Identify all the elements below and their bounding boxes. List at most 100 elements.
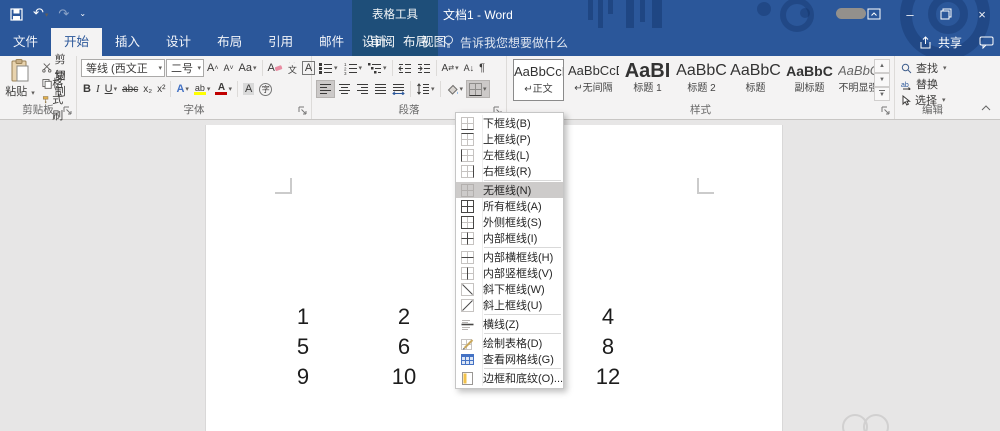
- table-cell[interactable]: 4: [586, 304, 630, 330]
- shading-button[interactable]: ▾: [444, 80, 466, 98]
- font-name-combo[interactable]: 等线 (西文正 ▾: [81, 59, 165, 77]
- table-cell[interactable]: 6: [382, 334, 426, 360]
- close-button[interactable]: ×: [964, 0, 1000, 28]
- tell-me-box[interactable]: 告诉我您想要做什么: [443, 28, 568, 56]
- tab-file[interactable]: 文件: [0, 28, 51, 56]
- collapse-ribbon-button[interactable]: [978, 101, 994, 115]
- redo-button[interactable]: ↷: [58, 0, 69, 28]
- highlight-color-button[interactable]: ab ▾: [192, 80, 213, 98]
- style-heading2[interactable]: AaBbC 标题 2: [676, 59, 727, 101]
- sort-button[interactable]: A↓: [462, 59, 477, 77]
- strikethrough-button[interactable]: abc: [120, 80, 140, 98]
- multilevel-list-button[interactable]: ▾: [365, 59, 389, 77]
- style-title[interactable]: AaBbC 标题: [730, 59, 781, 101]
- clipboard-small-buttons: 剪切 复制 格式刷: [40, 54, 76, 122]
- underline-button[interactable]: U ▾: [103, 80, 119, 98]
- tab-table-layout[interactable]: 布局: [395, 28, 436, 56]
- svg-text:3: 3: [344, 71, 347, 75]
- styles-scroll-down-button[interactable]: ▼: [874, 73, 890, 87]
- tab-insert[interactable]: 插入: [102, 28, 153, 56]
- menu-item-inside-borders[interactable]: 内部框线(I): [456, 230, 563, 246]
- group-paragraph: ▾ 123 ▾ ▾ A ⇄ ▾ A↓ ¶ ▾ ▾ ▾ 段落: [312, 56, 507, 119]
- menu-item-horizontal-line[interactable]: 横线(Z): [456, 316, 563, 332]
- find-button[interactable]: 查找 ▾: [895, 60, 970, 76]
- bold-button[interactable]: B: [81, 80, 93, 98]
- align-right-button[interactable]: [354, 80, 371, 98]
- font-color-button[interactable]: A ▾: [213, 80, 234, 98]
- change-case-button[interactable]: Aa ▾: [237, 59, 259, 77]
- line-spacing-button[interactable]: ▾: [414, 80, 437, 98]
- italic-button[interactable]: I: [94, 80, 102, 98]
- menu-item-draw-table[interactable]: 绘制表格(D): [456, 335, 563, 351]
- menu-item-all-borders[interactable]: 所有框线(A): [456, 198, 563, 214]
- styles-gallery-more-button[interactable]: ▼: [874, 87, 890, 101]
- minimize-button[interactable]: –: [892, 0, 928, 28]
- table-cell[interactable]: 8: [586, 334, 630, 360]
- menu-item-top-border[interactable]: 上框线(P): [456, 131, 563, 147]
- table-cell[interactable]: 1: [281, 304, 325, 330]
- paste-icon: [11, 59, 29, 82]
- tab-layout[interactable]: 布局: [204, 28, 255, 56]
- tab-mailings[interactable]: 邮件: [306, 28, 357, 56]
- numbering-button[interactable]: 123 ▾: [341, 59, 365, 77]
- menu-item-no-border[interactable]: 无框线(N): [456, 182, 563, 198]
- text-effects-button[interactable]: A ▾: [174, 80, 190, 98]
- table-cell[interactable]: 10: [382, 364, 426, 390]
- superscript-button[interactable]: x²: [155, 80, 167, 98]
- menu-item-borders-and-shading[interactable]: 边框和底纹(O)...: [456, 370, 563, 386]
- gallery-more-icon: ▼: [879, 90, 885, 98]
- tab-table-design[interactable]: 设计: [354, 28, 395, 56]
- character-shading-button[interactable]: A: [241, 80, 256, 98]
- menu-item-view-gridlines[interactable]: 查看网格线(G): [456, 351, 563, 367]
- clear-formatting-button[interactable]: A: [266, 59, 285, 77]
- borders-button[interactable]: ▾: [466, 80, 490, 98]
- ribbon-display-options-button[interactable]: [856, 0, 892, 28]
- customize-qat-button[interactable]: ⌄: [79, 0, 86, 28]
- comments-button[interactable]: [979, 28, 994, 56]
- menu-item-bottom-border[interactable]: 下框线(B): [456, 115, 563, 131]
- styles-dialog-launcher[interactable]: [881, 106, 891, 116]
- justify-button[interactable]: [372, 80, 389, 98]
- tab-design[interactable]: 设计: [153, 28, 204, 56]
- menu-item-inside-horizontal-border[interactable]: 内部横框线(H): [456, 249, 563, 265]
- phonetic-guide-button[interactable]: ˈ ˈ文: [286, 59, 299, 77]
- distribute-button[interactable]: [390, 80, 407, 98]
- tab-references[interactable]: 引用: [255, 28, 306, 56]
- align-center-button[interactable]: [336, 80, 353, 98]
- menu-item-diagonal-up-border[interactable]: 斜上框线(U): [456, 297, 563, 313]
- share-button[interactable]: 共享: [919, 28, 962, 56]
- subscript-button[interactable]: x₂: [141, 80, 154, 98]
- menu-item-outside-borders[interactable]: 外侧框线(S): [456, 214, 563, 230]
- bullets-button[interactable]: ▾: [316, 59, 340, 77]
- styles-scroll-up-button[interactable]: ▲: [874, 59, 890, 73]
- style-heading1[interactable]: AaBI 标题 1: [622, 59, 673, 101]
- menu-item-left-border[interactable]: 左框线(L): [456, 147, 563, 163]
- table-cell[interactable]: 9: [281, 364, 325, 390]
- style-normal[interactable]: AaBbCcD↵正文: [513, 59, 564, 101]
- increase-indent-button[interactable]: [415, 59, 433, 77]
- shrink-font-button[interactable]: A ˅: [221, 59, 235, 77]
- font-size-combo[interactable]: 二号 ▾: [166, 59, 204, 77]
- undo-button[interactable]: ↶▾: [33, 0, 48, 30]
- lightbulb-icon: [444, 35, 453, 48]
- menu-item-diagonal-down-border[interactable]: 斜下框线(W): [456, 281, 563, 297]
- decrease-indent-button[interactable]: [396, 59, 414, 77]
- save-button[interactable]: [10, 7, 23, 21]
- show-hide-marks-button[interactable]: ¶: [477, 59, 487, 77]
- grow-font-button[interactable]: A ˄: [205, 59, 220, 77]
- clipboard-dialog-launcher[interactable]: [63, 106, 73, 116]
- replace-button[interactable]: ab 替换: [895, 76, 970, 92]
- asian-layout-button[interactable]: A ⇄ ▾: [440, 59, 461, 77]
- table-cell[interactable]: 12: [586, 364, 630, 390]
- style-no-spacing[interactable]: AaBbCcD↵无间隔: [568, 59, 619, 101]
- menu-item-inside-vertical-border[interactable]: 内部竖框线(V): [456, 265, 563, 281]
- menu-item-right-border[interactable]: 右框线(R): [456, 163, 563, 179]
- share-icon: [920, 35, 931, 48]
- restore-button[interactable]: [928, 0, 964, 28]
- font-dialog-launcher[interactable]: [298, 106, 308, 116]
- table-cell[interactable]: 2: [382, 304, 426, 330]
- style-subtitle[interactable]: AaBbC 副标题: [784, 59, 835, 101]
- table-cell[interactable]: 5: [281, 334, 325, 360]
- align-left-button[interactable]: [316, 80, 335, 98]
- enclose-characters-button[interactable]: 字: [257, 80, 274, 98]
